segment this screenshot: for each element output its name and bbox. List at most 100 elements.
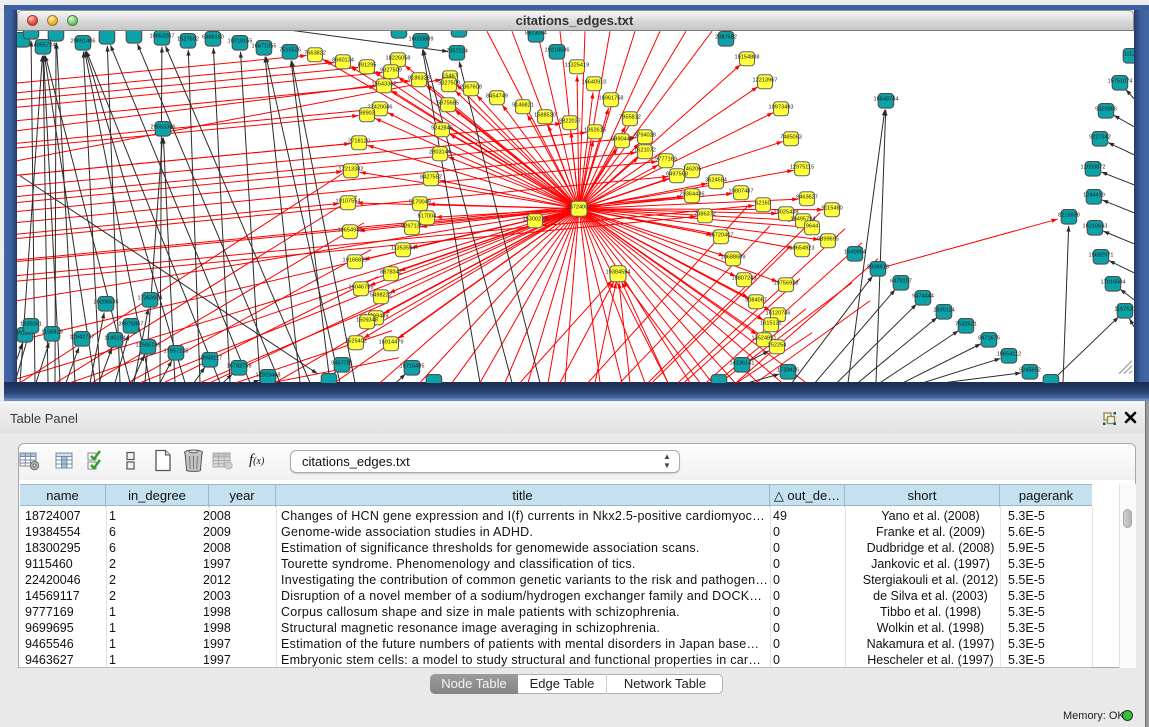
svg-text:252254: 252254 [768,342,787,348]
svg-text:9329966: 9329966 [1095,106,1117,112]
svg-text:2718120: 2718120 [348,138,370,144]
svg-text:2935114: 2935114 [933,307,954,313]
svg-text:3624554: 3624554 [705,177,727,183]
svg-text:39975867: 39975867 [119,321,144,327]
svg-text:16961758: 16961758 [599,95,624,101]
svg-text:9245652: 9245652 [1019,367,1041,373]
svg-text:1835061: 1835061 [20,321,42,327]
svg-text:8660124: 8660124 [332,57,354,63]
svg-text:5498222: 5498222 [370,292,392,298]
svg-text:7955812: 7955812 [619,114,641,120]
svg-text:9644: 9644 [806,223,818,229]
svg-text:10688609: 10688609 [721,254,746,260]
svg-text:10807487: 10807487 [729,188,754,194]
svg-text:10973493: 10973493 [769,104,794,110]
svg-text:7632621: 7632621 [955,321,977,327]
svg-text:11353594: 11353594 [391,245,415,251]
svg-text:9474444: 9474444 [912,293,934,299]
svg-text:5170049: 5170049 [409,199,431,205]
svg-text:12975115: 12975115 [790,164,814,170]
svg-text:12093872: 12093872 [1081,164,1106,170]
svg-text:16154808: 16154808 [735,54,760,60]
svg-text:10107554: 10107554 [336,198,361,204]
svg-text:9777169: 9777169 [655,156,677,162]
svg-text:12923448: 12923448 [256,372,281,378]
svg-text:18807249: 18807249 [732,275,757,281]
svg-text:16210643: 16210643 [1083,223,1108,229]
svg-text:17957225: 17957225 [164,348,189,354]
svg-text:16033809: 16033809 [409,36,434,42]
svg-text:20691406: 20691406 [71,38,96,44]
svg-text:1244419: 1244419 [1083,192,1105,198]
svg-text:16543362: 16543362 [372,81,397,87]
svg-text:15716485: 15716485 [400,363,425,369]
svg-text:1588520: 1588520 [534,112,556,118]
svg-text:15692971: 15692971 [1089,252,1114,258]
svg-text:7357224: 7357224 [446,48,468,54]
svg-text:9227342: 9227342 [1089,134,1111,140]
svg-text:9146821: 9146821 [512,102,534,108]
svg-text:16782759: 16782759 [227,363,252,369]
svg-text:5875685: 5875685 [437,100,459,106]
svg-text:7485063: 7485063 [780,134,802,140]
svg-text:14055724: 14055724 [31,42,56,48]
svg-text:9899695: 9899695 [817,236,839,242]
svg-text:1640954: 1640954 [844,249,866,255]
svg-text:8186328: 8186328 [408,75,430,81]
svg-text:10958117: 10958117 [198,355,222,361]
svg-text:9457791: 9457791 [331,360,353,366]
svg-text:1145194: 1145194 [104,335,125,341]
svg-text:19654945: 19654945 [338,227,363,233]
svg-text:6794028: 6794028 [634,132,656,138]
svg-text:8822037: 8822037 [559,118,581,124]
svg-text:8938918: 8938918 [867,264,889,270]
svg-text:16648784: 16648784 [874,96,899,102]
svg-text:7663822: 7663822 [304,50,326,56]
svg-text:8813054: 8813054 [525,31,547,36]
svg-text:7515526: 7515526 [279,47,301,53]
svg-text:16046755: 16046755 [349,284,374,290]
svg-text:2803144: 2803144 [429,149,451,155]
svg-text:62160: 62160 [755,200,771,206]
svg-text:19384554: 19384554 [606,269,631,275]
svg-text:16914479: 16914479 [379,339,404,345]
svg-text:8878342: 8878342 [380,269,402,275]
svg-text:15300275: 15300275 [523,216,548,222]
svg-text:2367608: 2367608 [460,84,482,90]
svg-text:19166825: 19166825 [343,257,368,263]
svg-text:14136141: 14136141 [730,360,755,366]
svg-text:9115460: 9115460 [821,205,842,211]
svg-text:18226058: 18226058 [386,55,411,61]
svg-text:19654923: 19654923 [790,245,815,251]
svg-text:20206535: 20206535 [94,299,119,305]
svg-text:9242845: 9242845 [431,125,453,131]
svg-text:98903: 98903 [359,110,375,116]
svg-text:3267130: 3267130 [401,223,423,229]
svg-text:517004: 517004 [418,213,437,219]
svg-text:1733426: 1733426 [777,367,799,373]
svg-text:12505135: 12505135 [136,342,161,348]
svg-text:8454749: 8454749 [486,93,508,99]
svg-text:20364436: 20364436 [680,191,705,197]
svg-text:11325419: 11325419 [565,62,589,68]
svg-text:1509348: 1509348 [356,317,378,323]
svg-text:1527602: 1527602 [177,36,199,42]
svg-text:19218506: 19218506 [545,47,570,53]
svg-text:19756928: 19756928 [774,280,799,286]
svg-text:9327508: 9327508 [438,80,460,86]
svg-text:10653267: 10653267 [150,33,175,39]
svg-text:6466160: 6466160 [202,34,224,40]
svg-text:18724007: 18724007 [567,204,592,210]
svg-text:7386372: 7386372 [694,211,716,217]
svg-text:8990448: 8990448 [611,136,633,142]
svg-text:12942737: 12942737 [70,334,95,340]
svg-text:6497568: 6497568 [666,171,688,177]
svg-text:15751074: 15751074 [1108,78,1133,84]
svg-text:9327509: 9327509 [380,67,402,73]
svg-text:9463627: 9463627 [796,194,818,200]
svg-text:8427552: 8427552 [420,174,442,180]
svg-text:891295: 891295 [358,62,377,68]
svg-text:2087682: 2087682 [715,34,737,40]
svg-text:16120746: 16120746 [766,310,791,316]
svg-text:17359924: 17359924 [138,295,163,301]
